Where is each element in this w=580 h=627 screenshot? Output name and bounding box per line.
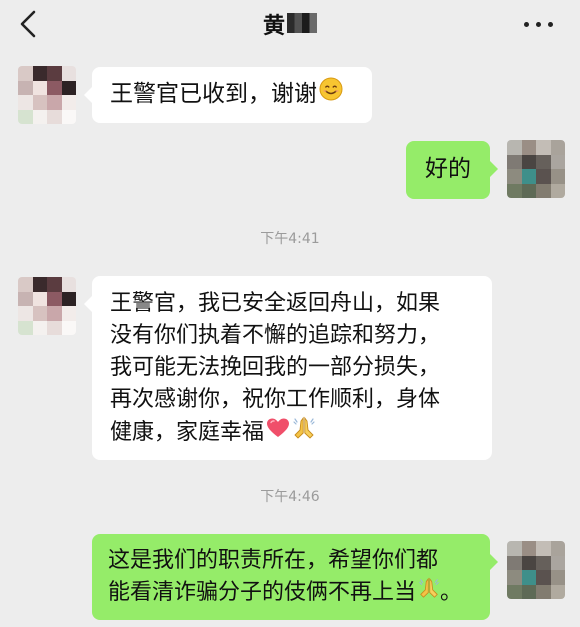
my-avatar[interactable] (507, 140, 565, 198)
contact-avatar[interactable] (18, 277, 76, 335)
message-bubble-incoming[interactable]: 王警官，我已安全返回舟山，如果 没有你们执着不懈的追踪和努力， 我可能无法挽回我… (84, 276, 492, 460)
message-line: 能看清诈骗分子的伎俩不再上当 (108, 580, 417, 605)
message-bubble-outgoing[interactable]: 这是我们的职责所在，希望你们都 能看清诈骗分子的伎俩不再上当 。 (92, 534, 498, 620)
more-options-icon[interactable] (524, 16, 554, 32)
message-line: 我可能无法挽回我的一部分损失， (110, 355, 441, 380)
message-line: 。 (440, 580, 463, 605)
message-line-last: 健康，家庭幸福 (110, 416, 492, 450)
chat-header: 黄 (0, 0, 580, 50)
timestamp: 下午4:41 (260, 231, 320, 247)
message-line: 王警官，我已安全返回舟山，如果 (110, 291, 441, 316)
timestamp: 下午4:46 (260, 489, 320, 505)
folded-hands-emoji (418, 577, 440, 609)
message-line: 这是我们的职责所在，希望你们都 (108, 548, 439, 573)
title-redaction-mosaic (287, 13, 317, 33)
folded-hands-emoji (292, 416, 316, 450)
message-bubble-outgoing[interactable]: 好的 (406, 141, 498, 199)
message-line: 没有你们执着不懈的追踪和努力， (110, 323, 441, 348)
contact-avatar[interactable] (18, 66, 76, 124)
chat-title: 黄 (262, 14, 285, 39)
message-text: 王警官已收到，谢谢 (110, 81, 317, 107)
smiling-face-emoji (319, 77, 343, 112)
message-text: 好的 (425, 156, 471, 182)
red-heart-emoji (266, 417, 290, 449)
message-line: 健康，家庭幸福 (110, 420, 265, 445)
my-avatar[interactable] (507, 541, 565, 599)
chat-title-wrap: 黄 (0, 8, 580, 39)
message-line: 再次感谢你，祝你工作顺利，身体 (110, 387, 441, 412)
message-bubble-incoming[interactable]: 王警官已收到，谢谢 (84, 67, 372, 123)
message-line-last: 能看清诈骗分子的伎俩不再上当 。 (108, 577, 490, 609)
